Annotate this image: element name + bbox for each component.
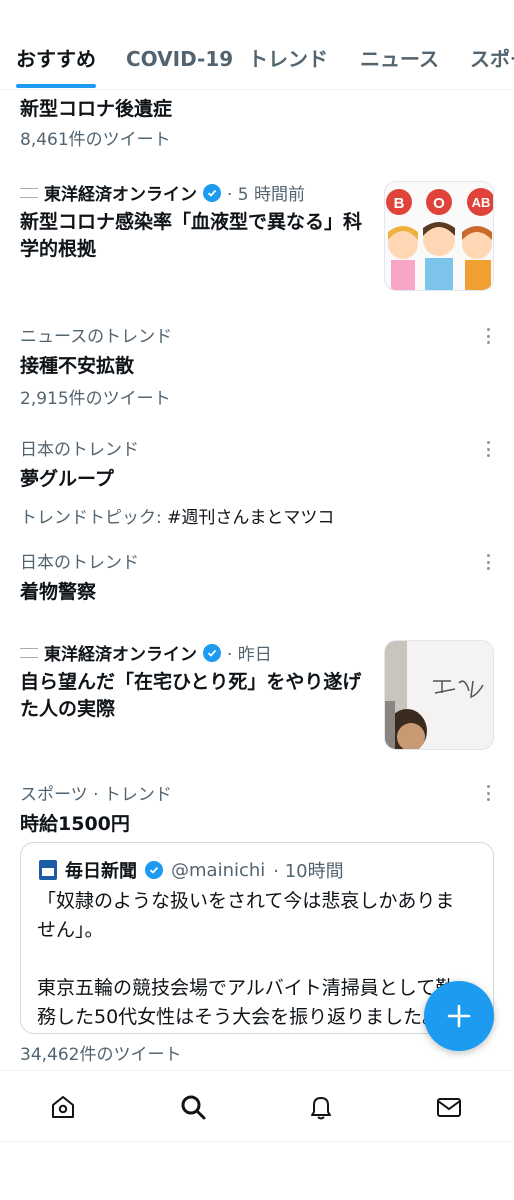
more-options-icon[interactable] <box>478 439 498 459</box>
topic-prefix: トレンドトピック: <box>20 508 162 528</box>
trend-item-3[interactable]: 日本のトレンド 夢グループ トレンドトピック: #週刊さんまとマツコ <box>20 435 334 528</box>
tweet-header: 毎日新聞 @mainichi · 10時間 <box>39 857 344 883</box>
mainichi-logo-icon <box>39 860 57 880</box>
tweet-author-name: 毎日新聞 <box>65 861 137 882</box>
news-title-line2: 学的根拠 <box>20 238 97 260</box>
trend-context: 日本のトレンド <box>20 553 139 573</box>
trend-title: 時給1500円 <box>20 813 130 835</box>
nav-notifications-button[interactable] <box>305 1091 337 1123</box>
news-title: 自ら望んだ「在宅ひとり死」をやり遂げ た人の実際 <box>20 669 376 723</box>
news-title: 新型コロナ感染率「血液型で異なる」科 学的根拠 <box>20 209 376 263</box>
tweet-text-line2: せん」。 <box>37 919 104 941</box>
nav-search-button[interactable] <box>177 1091 209 1123</box>
tab-sports[interactable]: スポー <box>470 44 514 74</box>
tweet-time: · 10時間 <box>273 861 344 882</box>
topic-hashtag[interactable]: #週刊さんまとマツコ <box>167 508 334 528</box>
trend-context: スポーツ · トレンド <box>20 785 172 805</box>
trend-title: 接種不安拡散 <box>20 355 135 377</box>
more-options-icon[interactable] <box>478 783 498 803</box>
source-name: 東洋経済オンライン <box>44 645 197 665</box>
explore-tabs: おすすめ COVID-19 トレンド ニュース スポー <box>0 0 514 90</box>
nav-messages-button[interactable] <box>433 1091 465 1123</box>
trend-topic: トレンドトピック: #週刊さんまとマツコ <box>20 503 334 528</box>
news-item-2[interactable]: 東洋経済オンライン · 昨日 自ら望んだ「在宅ひとり死」をやり遂げ た人の実際 <box>20 640 376 723</box>
verified-badge-icon <box>203 183 221 202</box>
nav-home-button[interactable] <box>47 1091 79 1123</box>
active-tab-indicator <box>16 84 96 88</box>
search-icon <box>181 1095 206 1120</box>
more-options-icon[interactable] <box>478 326 498 346</box>
tab-trends[interactable]: トレンド <box>248 44 328 74</box>
trend-item-5[interactable]: スポーツ · トレンド 時給1500円 <box>20 780 172 836</box>
tab-covid19[interactable]: COVID-19 <box>126 44 233 74</box>
verified-badge-icon <box>203 643 221 662</box>
bloodtype-o-label: O <box>433 195 445 212</box>
news-time: · 5 時間前 <box>227 185 306 205</box>
news-time: · 昨日 <box>227 645 272 665</box>
bloodtype-b-label: B <box>394 195 405 212</box>
bottom-navigation <box>0 1070 514 1142</box>
tweet-text-line1: 「奴隷のような扱いをされて今は悲哀しかありま <box>37 890 455 912</box>
tweet-count: 8,461件のツイート <box>20 130 171 150</box>
mail-icon <box>437 1098 461 1117</box>
compose-tweet-button[interactable] <box>424 981 494 1051</box>
source-logo-icon <box>20 187 38 198</box>
tab-recommended[interactable]: おすすめ <box>16 44 96 74</box>
bloodtype-ab-label: AB <box>472 195 491 210</box>
home-icon <box>52 1096 74 1118</box>
trend-title: 夢グループ <box>20 468 114 490</box>
news-item-1[interactable]: 東洋経済オンライン · 5 時間前 新型コロナ感染率「血液型で異なる」科 学的根… <box>20 180 376 263</box>
embedded-tweet-card[interactable]: 毎日新聞 @mainichi · 10時間 「奴隷のような扱いをされて今は悲哀し… <box>20 842 494 1034</box>
tweet-count: 34,462件のツイート <box>20 1045 182 1065</box>
trend-item-4[interactable]: 日本のトレンド 着物警察 <box>20 548 139 604</box>
trend-title: 新型コロナ後遺症 <box>20 98 173 120</box>
news-source: 東洋経済オンライン · 昨日 <box>20 640 376 665</box>
news-title-line2: た人の実際 <box>20 698 116 720</box>
more-options-icon[interactable] <box>478 552 498 572</box>
source-name: 東洋経済オンライン <box>44 185 197 205</box>
tweet-text-line3: 東京五輪の競技会場でアルバイト清掃員として勤 <box>37 977 455 999</box>
bell-icon <box>311 1097 331 1120</box>
news-title-line1: 新型コロナ感染率「血液型で異なる」科 <box>20 211 363 233</box>
tweet-count: 2,915件のツイート <box>20 389 171 409</box>
tab-news[interactable]: ニュース <box>360 44 439 74</box>
compose-plus-icon <box>447 1004 471 1028</box>
verified-badge-icon <box>145 861 163 879</box>
news-thumbnail-photo[interactable]: テル <box>384 640 494 750</box>
news-thumbnail-bloodtype[interactable]: B O AB <box>384 181 494 291</box>
trend-item-2[interactable]: ニュースのトレンド 接種不安拡散 2,915件のツイート <box>20 322 172 409</box>
trend-context: ニュースのトレンド <box>20 327 173 347</box>
news-title-line1: 自ら望んだ「在宅ひとり死」をやり遂げ <box>20 671 362 693</box>
source-logo-icon <box>20 647 38 658</box>
tweet-handle: @mainichi <box>171 859 266 881</box>
trend-item-top[interactable]: 新型コロナ後遺症 8,461件のツイート <box>20 94 172 150</box>
trend-title: 着物警察 <box>20 581 97 603</box>
trend-context: 日本のトレンド <box>20 440 139 460</box>
news-source: 東洋経済オンライン · 5 時間前 <box>20 180 376 205</box>
